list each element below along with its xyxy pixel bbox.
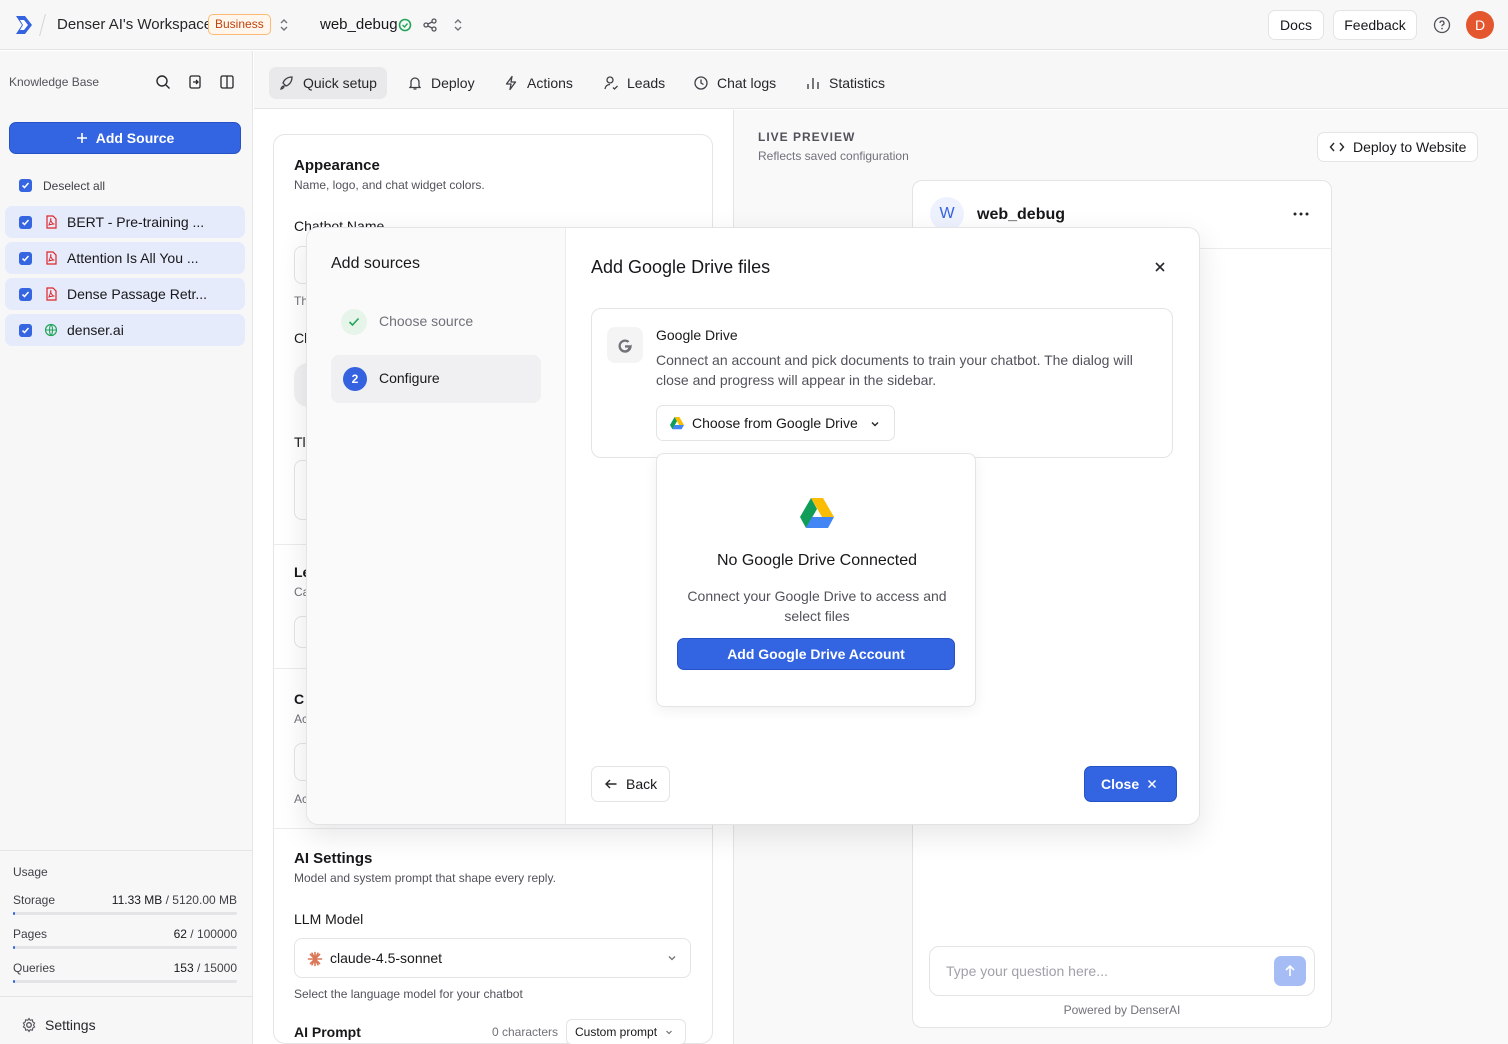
close-x-icon <box>1148 779 1157 789</box>
chevron-down-icon <box>869 418 881 430</box>
arrow-left-icon <box>605 779 617 789</box>
step-number: 2 <box>343 367 367 391</box>
google-g-icon <box>607 327 643 363</box>
choose-from-drive-label: Choose from Google Drive <box>692 415 858 431</box>
close-icon[interactable] <box>1153 260 1167 274</box>
empty-state-title: No Google Drive Connected <box>716 552 918 569</box>
google-drive-icon <box>670 417 684 430</box>
google-drive-desc: Connect an account and pick documents to… <box>656 352 1133 388</box>
back-label: Back <box>626 776 658 792</box>
empty-state-desc: Connect your Google Drive to access and … <box>687 588 947 624</box>
step-choose-source[interactable]: Choose source <box>331 299 541 347</box>
steps-title: Add sources <box>331 255 420 272</box>
add-sources-dialog: Add sources Choose source 2 Configure Ad… <box>306 227 1200 825</box>
check-icon <box>341 309 367 335</box>
dialog-title: Add Google Drive files <box>591 257 771 277</box>
add-google-drive-account-button[interactable]: Add Google Drive Account <box>677 638 955 670</box>
google-drive-title: Google Drive <box>656 327 738 343</box>
drive-dropdown: No Google Drive Connected Connect your G… <box>656 453 976 707</box>
choose-from-drive-button[interactable]: Choose from Google Drive <box>656 405 895 441</box>
step-label: Choose source <box>379 313 474 329</box>
back-button[interactable]: Back <box>591 766 670 802</box>
close-button[interactable]: Close <box>1084 766 1177 802</box>
google-drive-logo-icon <box>800 498 834 528</box>
step-label: Configure <box>379 370 440 386</box>
close-label: Close <box>1101 776 1140 792</box>
google-drive-card: Google Drive Connect an account and pick… <box>591 308 1173 458</box>
step-configure[interactable]: 2 Configure <box>331 355 541 403</box>
